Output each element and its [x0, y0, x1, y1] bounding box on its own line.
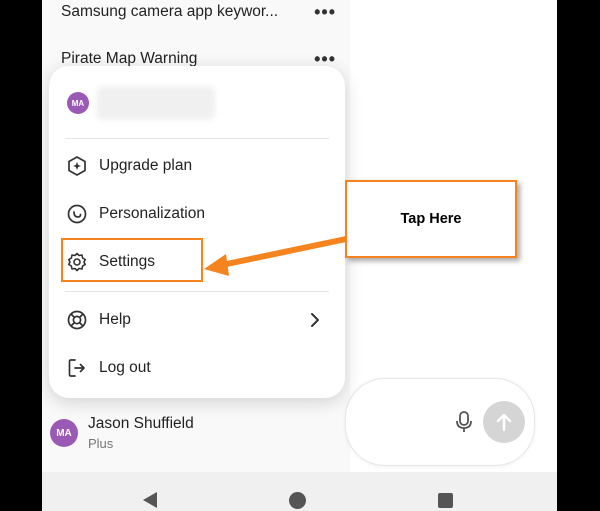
chat-title: Samsung camera app keywor...: [61, 3, 279, 20]
menu-item-log-out[interactable]: Log out: [63, 349, 333, 387]
recent-apps-icon[interactable]: [438, 493, 453, 508]
menu-label: Personalization: [99, 205, 205, 222]
hexagon-sparkle-icon: [63, 152, 91, 180]
menu-label: Upgrade plan: [99, 157, 193, 174]
callout-text: Tap Here: [400, 211, 462, 227]
menu-item-upgrade-plan[interactable]: Upgrade plan: [63, 147, 333, 185]
lifebuoy-icon: [63, 306, 91, 334]
send-button[interactable]: [483, 401, 525, 443]
menu-label: Log out: [99, 359, 151, 376]
more-options-icon[interactable]: •••: [314, 2, 336, 23]
user-plan: Plus: [88, 436, 114, 451]
back-icon[interactable]: [143, 492, 157, 508]
chat-list-item[interactable]: Samsung camera app keywor... •••: [61, 0, 336, 27]
chevron-right-icon: [305, 310, 325, 330]
settings-highlight-box: [61, 238, 203, 282]
message-composer[interactable]: [345, 378, 535, 466]
user-profile-row[interactable]: MA Jason Shuffield Plus: [50, 404, 342, 462]
redacted-email: [97, 86, 215, 120]
microphone-icon[interactable]: [446, 404, 482, 440]
divider: [65, 138, 329, 139]
home-icon[interactable]: [289, 492, 306, 509]
clock-face-icon: [63, 200, 91, 228]
divider: [65, 291, 329, 292]
logout-icon: [63, 354, 91, 382]
avatar: MA: [50, 419, 78, 447]
callout-arrow: [204, 236, 349, 276]
account-header[interactable]: MA: [67, 86, 215, 120]
menu-label: Help: [99, 311, 131, 328]
android-nav-bar: [42, 472, 557, 511]
avatar: MA: [67, 92, 89, 114]
menu-item-help[interactable]: Help: [63, 301, 333, 339]
user-name: Jason Shuffield: [88, 415, 194, 432]
tap-here-callout: Tap Here: [345, 180, 517, 258]
arrow-up-icon: [496, 413, 512, 432]
